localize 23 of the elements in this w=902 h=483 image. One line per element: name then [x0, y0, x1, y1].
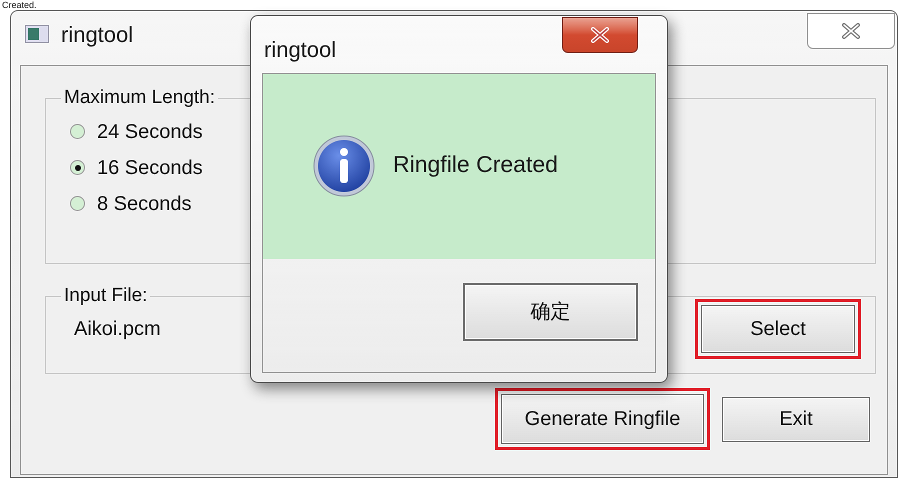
- group-label: Input File:: [63, 284, 148, 308]
- radio-button[interactable]: [70, 160, 85, 175]
- close-button[interactable]: [807, 13, 895, 49]
- close-icon: [840, 23, 862, 39]
- push-button[interactable]: Select: [701, 304, 855, 352]
- radio-button[interactable]: [70, 196, 85, 211]
- window-title: ringtool: [61, 23, 134, 47]
- push-button[interactable]: Generate Ringfile: [501, 394, 704, 444]
- close-icon: [589, 27, 611, 43]
- radio-button[interactable]: [70, 124, 85, 139]
- radio-label: 24 Seconds: [97, 120, 203, 144]
- info-icon: [313, 135, 375, 197]
- radio-label: 16 Seconds: [97, 156, 203, 180]
- close-button[interactable]: [562, 17, 638, 53]
- dialog-message: Ringfile Created: [393, 150, 558, 179]
- window-icon: [25, 25, 49, 43]
- radio-label: 8 Seconds: [97, 192, 192, 216]
- ok-button[interactable]: 确定: [463, 283, 638, 341]
- caption-text: Created.: [2, 0, 37, 10]
- push-button[interactable]: Exit: [722, 396, 870, 442]
- group-label: Maximum Length:: [63, 86, 216, 110]
- file-name-text: Aikoi.pcm: [74, 316, 161, 342]
- dialog-title: ringtool: [264, 36, 336, 64]
